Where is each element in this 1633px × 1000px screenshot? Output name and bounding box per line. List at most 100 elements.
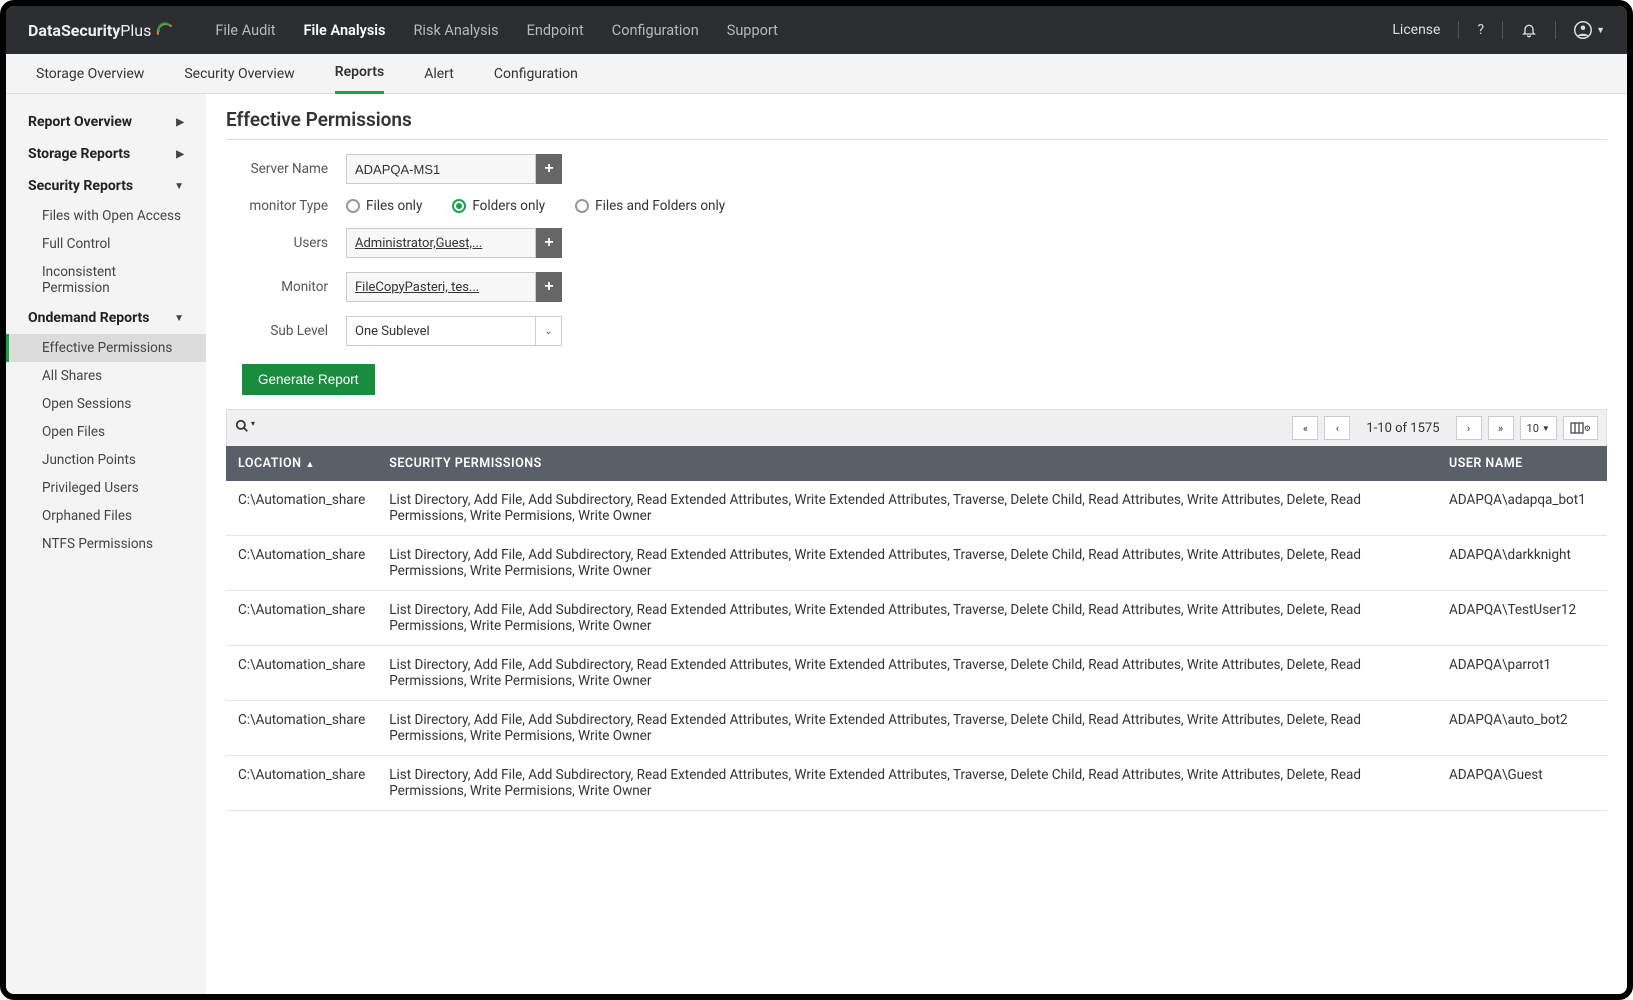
- label-server: Server Name: [226, 161, 346, 177]
- secnav-tab[interactable]: Alert: [424, 54, 454, 94]
- cell-username: ADAPQA\auto_bot2: [1437, 701, 1607, 756]
- monitor-input[interactable]: FileCopyPasteri, tes...: [346, 272, 536, 302]
- sidebar-group[interactable]: Storage Reports▶: [6, 138, 206, 170]
- cell-location: C:\Automation_share: [226, 536, 377, 591]
- row-users: Users Administrator,Guest,... +: [226, 228, 1607, 258]
- radio-icon: [575, 199, 589, 213]
- topnav-tab[interactable]: Configuration: [612, 22, 699, 39]
- secnav-tab[interactable]: Reports: [335, 54, 385, 94]
- cell-permissions: List Directory, Add File, Add Subdirecto…: [377, 701, 1437, 756]
- cell-permissions: List Directory, Add File, Add Subdirecto…: [377, 591, 1437, 646]
- results-table: LOCATION▲ SECURITY PERMISSIONS USER NAME…: [226, 446, 1607, 811]
- users-input[interactable]: Administrator,Guest,...: [346, 228, 536, 258]
- chevron-down-icon[interactable]: ⌄: [535, 317, 561, 345]
- cell-location: C:\Automation_share: [226, 646, 377, 701]
- pager-prev[interactable]: ‹: [1324, 416, 1350, 440]
- pager-first[interactable]: «: [1292, 416, 1318, 440]
- sidebar-item[interactable]: All Shares: [6, 362, 206, 390]
- topnav-tab[interactable]: Risk Analysis: [414, 22, 499, 39]
- cell-permissions: List Directory, Add File, Add Subdirecto…: [377, 756, 1437, 811]
- cell-location: C:\Automation_share: [226, 591, 377, 646]
- cell-permissions: List Directory, Add File, Add Subdirecto…: [377, 481, 1437, 536]
- secondary-nav: Storage Overview Security Overview Reports…: [6, 54, 1627, 94]
- sidebar-item[interactable]: Orphaned Files: [6, 502, 206, 530]
- topnav-tab[interactable]: Support: [727, 22, 778, 39]
- add-server-button[interactable]: +: [536, 154, 562, 184]
- radio-option[interactable]: Folders only: [452, 198, 545, 214]
- sidebar-group[interactable]: Ondemand Reports▼: [6, 302, 206, 334]
- server-name-input[interactable]: [346, 154, 536, 184]
- help-icon[interactable]: ?: [1477, 22, 1484, 38]
- topnav-tab[interactable]: File Analysis: [304, 22, 386, 39]
- table-row[interactable]: C:\Automation_shareList Directory, Add F…: [226, 756, 1607, 811]
- label-monitor-type: monitor Type: [226, 198, 346, 214]
- pagesize-select[interactable]: 10 ▼: [1520, 416, 1557, 440]
- pager-range: 1-10 of 1575: [1366, 421, 1439, 436]
- table-row[interactable]: C:\Automation_shareList Directory, Add F…: [226, 536, 1607, 591]
- topnav-right: License ? ▼: [1392, 21, 1605, 39]
- bell-icon[interactable]: [1521, 22, 1537, 38]
- radio-option[interactable]: Files and Folders only: [575, 198, 725, 214]
- topnav-tab[interactable]: File Audit: [215, 22, 275, 39]
- table-row[interactable]: C:\Automation_shareList Directory, Add F…: [226, 481, 1607, 536]
- chevron-icon: ▶: [176, 149, 184, 160]
- secnav-tab[interactable]: Storage Overview: [36, 54, 144, 94]
- sort-asc-icon: ▲: [305, 460, 314, 470]
- table-row[interactable]: C:\Automation_shareList Directory, Add F…: [226, 646, 1607, 701]
- secnav-tab[interactable]: Security Overview: [184, 54, 294, 94]
- col-username[interactable]: USER NAME: [1437, 446, 1607, 481]
- table-row[interactable]: C:\Automation_shareList Directory, Add F…: [226, 701, 1607, 756]
- col-permissions[interactable]: SECURITY PERMISSIONS: [377, 446, 1437, 481]
- add-users-button[interactable]: +: [536, 228, 562, 258]
- sidebar-item[interactable]: Open Sessions: [6, 390, 206, 418]
- top-nav: DataSecurity Plus File AuditFile Analysi…: [6, 6, 1627, 54]
- license-link[interactable]: License: [1392, 22, 1440, 38]
- sidebar-item[interactable]: Effective Permissions: [6, 334, 206, 362]
- user-menu[interactable]: ▼: [1574, 21, 1605, 39]
- sidebar: Report Overview▶Storage Reports▶Security…: [6, 94, 206, 994]
- radio-option[interactable]: Files only: [346, 198, 422, 214]
- sidebar-item[interactable]: Open Files: [6, 418, 206, 446]
- sidebar-item[interactable]: Full Control: [6, 230, 206, 258]
- topnav-tab[interactable]: Endpoint: [527, 22, 584, 39]
- label-sublevel: Sub Level: [226, 323, 346, 339]
- brand-part1: DataSecurity: [28, 21, 120, 40]
- sidebar-item[interactable]: Files with Open Access: [6, 202, 206, 230]
- cell-location: C:\Automation_share: [226, 756, 377, 811]
- pager-next[interactable]: ›: [1456, 416, 1482, 440]
- topnav-tabs: File Audit File Analysis Risk Analysis Endp…: [215, 22, 778, 39]
- chevron-icon: ▼: [174, 181, 184, 192]
- cell-location: C:\Automation_share: [226, 701, 377, 756]
- sublevel-select[interactable]: One Sublevel ⌄: [346, 316, 562, 346]
- table-row[interactable]: C:\Automation_shareList Directory, Add F…: [226, 591, 1607, 646]
- cell-username: ADAPQA\Guest: [1437, 756, 1607, 811]
- sidebar-item[interactable]: NTFS Permissions: [6, 530, 206, 558]
- col-location[interactable]: LOCATION▲: [226, 446, 377, 481]
- sidebar-item[interactable]: Inconsistent Permission: [6, 258, 206, 302]
- search-icon[interactable]: ▾: [235, 421, 249, 437]
- sidebar-item[interactable]: Junction Points: [6, 446, 206, 474]
- chevron-icon: ▶: [176, 117, 184, 128]
- separator: [1458, 21, 1459, 39]
- secnav-tab[interactable]: Configuration: [494, 54, 578, 94]
- separator: [1555, 21, 1556, 39]
- radio-icon: [452, 199, 466, 213]
- pager: « ‹ 1-10 of 1575 › » 10 ▼ ⚙: [1292, 416, 1598, 440]
- radio-icon: [346, 199, 360, 213]
- cell-location: C:\Automation_share: [226, 481, 377, 536]
- generate-report-button[interactable]: Generate Report: [242, 364, 375, 395]
- cell-permissions: List Directory, Add File, Add Subdirecto…: [377, 536, 1437, 591]
- table-toolbar: ▾ « ‹ 1-10 of 1575 › » 10 ▼ ⚙: [226, 409, 1607, 446]
- sidebar-group[interactable]: Report Overview▶: [6, 106, 206, 138]
- columns-settings-icon[interactable]: ⚙: [1563, 416, 1598, 440]
- row-monitor-type: monitor Type Files only Folders only Files…: [226, 198, 1607, 214]
- row-server: Server Name +: [226, 154, 1607, 184]
- separator: [1502, 21, 1503, 39]
- pager-last[interactable]: »: [1488, 416, 1514, 440]
- sidebar-group[interactable]: Security Reports▼: [6, 170, 206, 202]
- label-monitor: Monitor: [226, 279, 346, 295]
- row-sublevel: Sub Level One Sublevel ⌄: [226, 316, 1607, 346]
- sidebar-item[interactable]: Privileged Users: [6, 474, 206, 502]
- cell-username: ADAPQA\parrot1: [1437, 646, 1607, 701]
- add-monitor-button[interactable]: +: [536, 272, 562, 302]
